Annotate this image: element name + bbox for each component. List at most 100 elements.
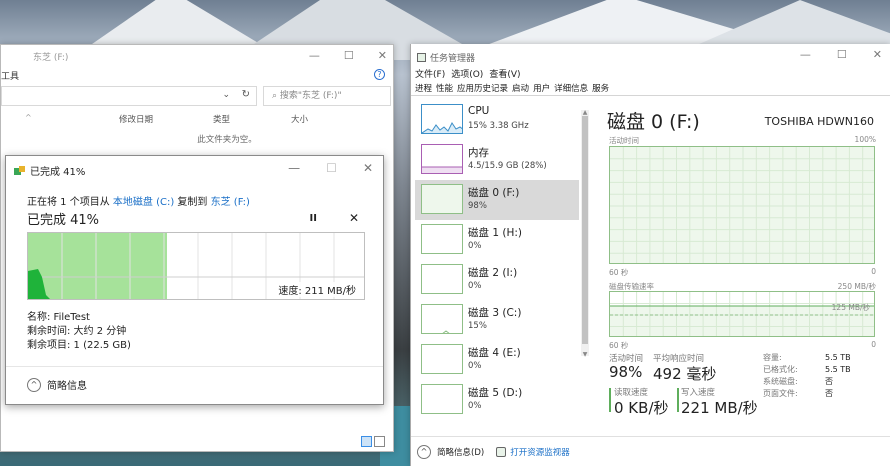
mini-graph bbox=[421, 344, 463, 374]
sidebar-item-disk[interactable]: 磁盘 5 (D:) 0% bbox=[415, 380, 579, 420]
avg-response-value: 492 毫秒 bbox=[653, 365, 717, 383]
write-speed-value: 221 MB/秒 bbox=[681, 399, 758, 417]
maximize-button[interactable]: ☐ bbox=[837, 48, 847, 61]
sidebar-item-disk[interactable]: 磁盘 2 (I:) 0% bbox=[415, 260, 579, 300]
source-link[interactable]: 本地磁盘 (C:) bbox=[113, 197, 174, 208]
sidebar-item-name: 磁盘 3 (C:) bbox=[468, 307, 522, 319]
sidebar-item-value: 98% bbox=[468, 201, 487, 211]
sidebar-item-disk[interactable]: 磁盘 3 (C:) 15% bbox=[415, 300, 579, 340]
read-speed-value: 0 KB/秒 bbox=[614, 399, 669, 417]
sidebar-item-disk[interactable]: 磁盘 4 (E:) 0% bbox=[415, 340, 579, 380]
close-button[interactable]: ✕ bbox=[363, 161, 373, 175]
brief-info-toggle[interactable]: ^ 简略信息 bbox=[27, 377, 87, 392]
address-bar[interactable]: ⌄ ↻ bbox=[1, 86, 257, 106]
task-manager-footer: ^ 简略信息(D) 打开资源监视器 bbox=[411, 436, 890, 466]
scrollbar-thumb[interactable] bbox=[582, 116, 588, 344]
maximize-button[interactable]: ☐ bbox=[344, 49, 354, 62]
menu-file[interactable]: 文件(F) bbox=[415, 67, 445, 80]
tab-performance[interactable]: 性能 bbox=[436, 82, 454, 95]
details-view-icon[interactable] bbox=[361, 436, 372, 447]
tab-startup[interactable]: 启动 bbox=[512, 82, 529, 95]
percent-complete: 已完成 41% bbox=[27, 213, 100, 228]
tab-users[interactable]: 用户 bbox=[533, 82, 550, 95]
task-manager-icon bbox=[417, 53, 426, 62]
prop-key: 容量: bbox=[763, 353, 782, 362]
tab-services[interactable]: 服务 bbox=[592, 82, 609, 95]
chart1-label: 活动时间 bbox=[609, 136, 639, 145]
mini-graph bbox=[421, 264, 463, 294]
sidebar-item-name: CPU bbox=[468, 105, 490, 117]
transfer-rate-chart: 125 MB/秒 bbox=[609, 291, 875, 337]
active-time-chart bbox=[609, 146, 875, 264]
refresh-icon[interactable]: ↻ bbox=[242, 89, 250, 100]
close-button[interactable]: ✕ bbox=[873, 48, 882, 61]
task-manager-titlebar[interactable]: 任务管理器 bbox=[417, 51, 475, 64]
sidebar-item-name: 内存 bbox=[468, 147, 489, 159]
sidebar-item-mem[interactable]: 内存 4.5/15.9 GB (28%) bbox=[415, 140, 579, 180]
sidebar-item-value: 0% bbox=[468, 361, 482, 371]
ribbon-tab-tools[interactable]: 工具 bbox=[1, 69, 19, 82]
sidebar-item-cpu[interactable]: CPU 15% 3.38 GHz bbox=[415, 100, 579, 140]
transfer-rate-chart-svg bbox=[610, 292, 874, 336]
sidebar-item-disk[interactable]: 磁盘 0 (F:) 98% bbox=[415, 180, 579, 220]
search-placeholder: 搜索"东芝 (F:)" bbox=[279, 91, 342, 101]
brief-info-button[interactable]: 简略信息(D) bbox=[437, 446, 484, 458]
scroll-up-icon[interactable]: ▲ bbox=[581, 109, 589, 116]
time-remaining: 剩余时间: 大约 2 分钟 bbox=[27, 326, 127, 337]
progress-fill bbox=[28, 233, 167, 299]
explorer-window-controls: — ☐ ✕ bbox=[309, 49, 387, 62]
chart2-mid: 125 MB/秒 bbox=[831, 303, 870, 312]
menu-options[interactable]: 选项(O) bbox=[451, 67, 483, 80]
pause-button[interactable]: II bbox=[310, 213, 317, 224]
chart2-zero: 0 bbox=[871, 340, 876, 349]
disk-title: 磁盘 0 (F:) bbox=[607, 111, 700, 133]
column-header-size[interactable]: 大小 bbox=[291, 113, 308, 125]
search-icon: ⌕ bbox=[272, 91, 280, 101]
sidebar-scrollbar[interactable]: ▲ ▼ bbox=[581, 109, 589, 358]
chevron-up-icon[interactable]: ^ bbox=[27, 377, 41, 392]
large-icons-view-icon[interactable] bbox=[374, 436, 385, 447]
maximize-button[interactable]: ☐ bbox=[326, 161, 337, 175]
chart2-time: 60 秒 bbox=[609, 341, 629, 350]
scroll-down-icon[interactable]: ▼ bbox=[581, 351, 589, 358]
sidebar-item-disk[interactable]: 磁盘 1 (H:) 0% bbox=[415, 220, 579, 260]
copy-text-mid: 复制到 bbox=[174, 197, 211, 208]
search-input[interactable]: ⌕ 搜索"东芝 (F:)" bbox=[263, 86, 391, 106]
active-time-chart-svg bbox=[610, 147, 874, 263]
menu-bar: 文件(F) 选项(O) 查看(V) bbox=[415, 67, 521, 80]
column-header-type[interactable]: 类型 bbox=[213, 113, 230, 125]
view-toggle bbox=[361, 436, 385, 447]
destination-link[interactable]: 东芝 (F:) bbox=[211, 197, 250, 208]
chevron-down-icon[interactable]: ⌄ bbox=[222, 90, 230, 100]
tab-details[interactable]: 详细信息 bbox=[554, 82, 588, 95]
open-resource-monitor-link[interactable]: 打开资源监视器 bbox=[496, 446, 570, 458]
mini-graph bbox=[421, 144, 463, 174]
tab-bar: 进程 性能 应用历史记录 启动 用户 详细信息 服务 bbox=[415, 82, 609, 95]
prop-row: 页面文件: 否 bbox=[763, 388, 851, 400]
sidebar-item-name: 磁盘 2 (I:) bbox=[468, 267, 518, 279]
cancel-copy-button[interactable]: ✕ bbox=[349, 211, 359, 225]
disk-model: TOSHIBA HDWN160 bbox=[764, 115, 874, 128]
sidebar-item-name: 磁盘 4 (E:) bbox=[468, 347, 521, 359]
minimize-button[interactable]: — bbox=[309, 49, 320, 62]
column-header-modified[interactable]: 修改日期 bbox=[119, 113, 153, 125]
menu-view[interactable]: 查看(V) bbox=[489, 67, 520, 80]
copy-dialog-window-controls: — ☐ ✕ bbox=[288, 161, 373, 175]
help-icon[interactable]: ? bbox=[374, 69, 385, 80]
copy-dialog-title: 已完成 41% bbox=[30, 167, 86, 178]
copy-icon bbox=[14, 165, 26, 176]
sidebar-item-value: 0% bbox=[468, 241, 482, 251]
chevron-up-icon[interactable]: ^ bbox=[417, 444, 431, 459]
minimize-button[interactable]: — bbox=[288, 161, 300, 175]
minimize-button[interactable]: — bbox=[800, 48, 811, 61]
prop-value: 5.5 TB bbox=[825, 365, 851, 374]
resource-monitor-icon bbox=[496, 446, 507, 457]
mini-graph bbox=[421, 304, 463, 334]
tab-processes[interactable]: 进程 bbox=[415, 82, 432, 95]
tab-app-history[interactable]: 应用历史记录 bbox=[457, 82, 508, 95]
disk-properties: 容量: 5.5 TB 已格式化: 5.5 TB 系统磁盘: 否 页面文件: 否 bbox=[763, 352, 851, 400]
copy-dialog-titlebar[interactable]: 已完成 41% bbox=[14, 163, 85, 178]
prop-key: 页面文件: bbox=[763, 389, 798, 398]
prop-key: 已格式化: bbox=[763, 365, 798, 374]
close-button[interactable]: ✕ bbox=[378, 49, 387, 62]
